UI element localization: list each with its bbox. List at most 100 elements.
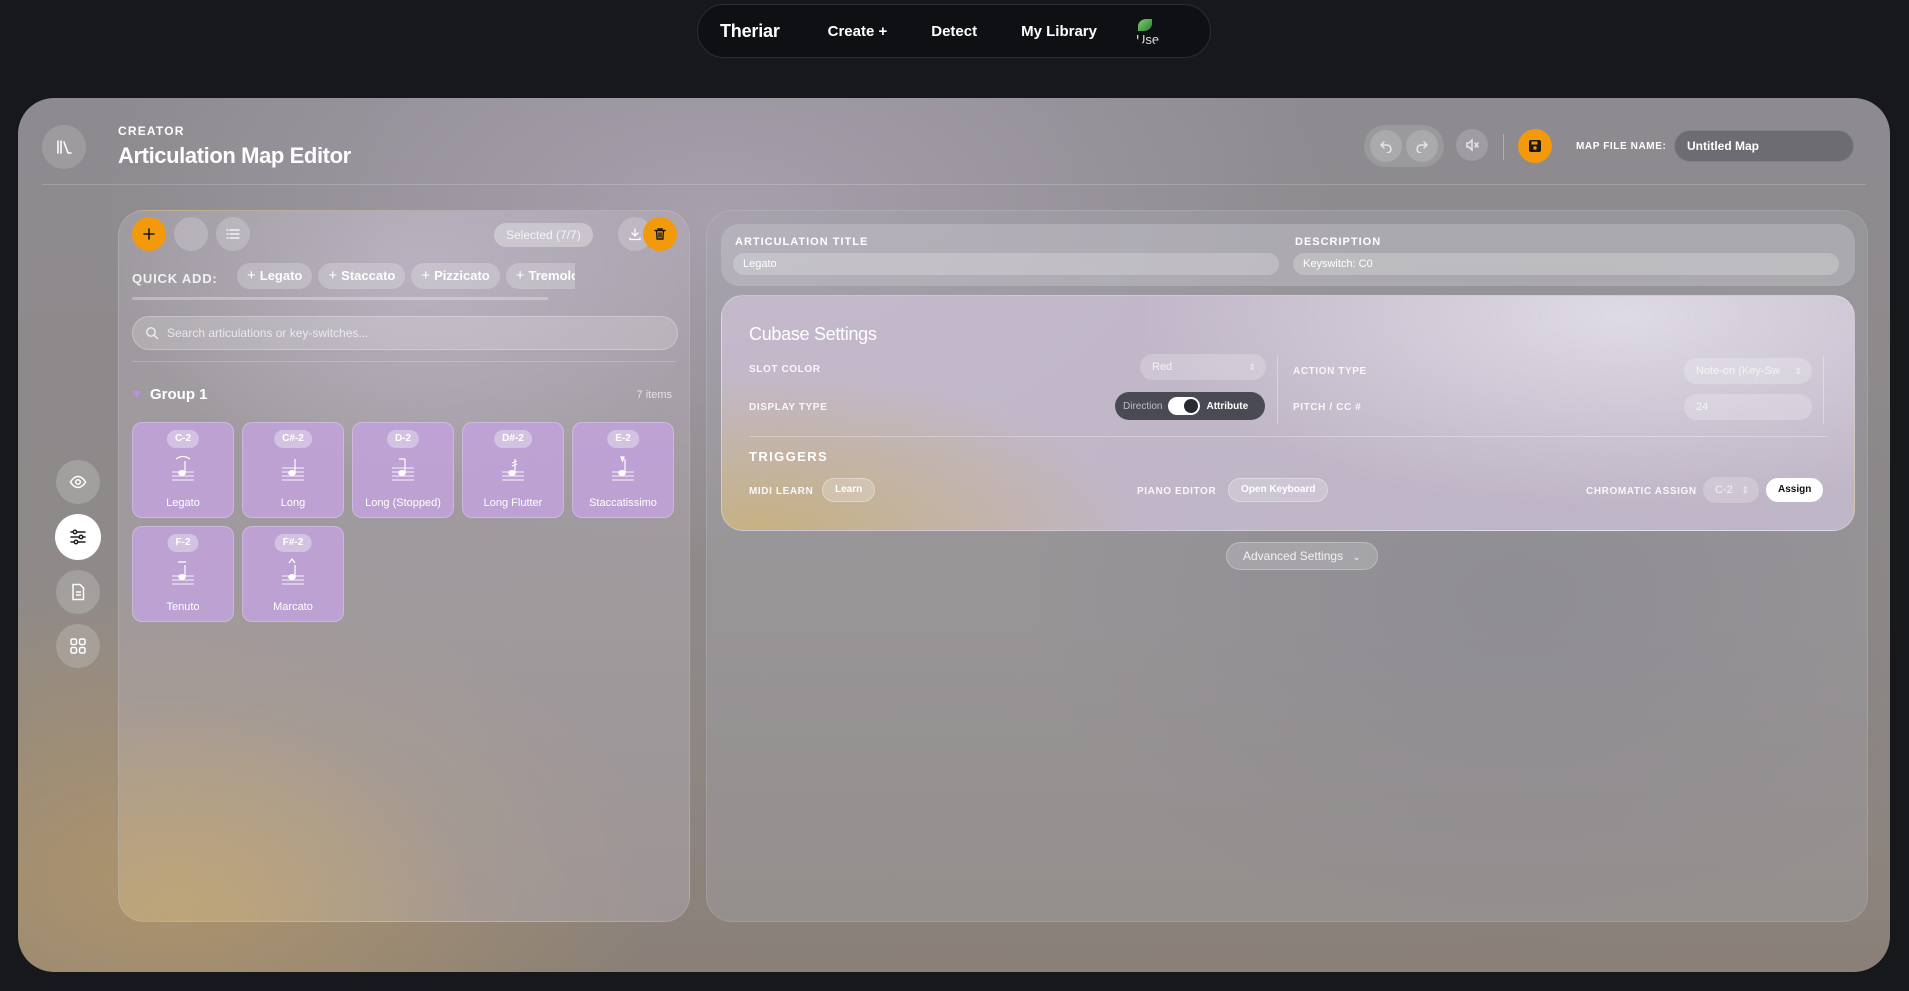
display-type-toggle[interactable]: Direction Attribute [1115,392,1265,420]
assign-button[interactable]: Assign [1766,478,1824,502]
chip-label: Legato [259,268,303,283]
chromatic-assign-value: C-2 [1715,484,1733,496]
quick-add-strip: +Legato+Staccato+Pizzicato+Tremolo+N [237,263,575,293]
plus-icon: + [421,267,431,284]
map-file-name-label: MAP FILE NAME: [1576,141,1667,152]
description-input[interactable]: Keyswitch: C0 [1293,253,1839,275]
toggle-knob [1184,399,1199,413]
search-input[interactable] [167,317,667,349]
blank-action-button[interactable] [174,217,208,251]
articulation-name: Long [280,497,306,509]
articulation-tile[interactable]: C-2 Legato [132,422,234,518]
attribute-option: Attribute [1206,400,1249,412]
action-type-select[interactable]: Note-on (Key-Sw ⇕ [1684,358,1812,384]
quick-add-staccato[interactable]: + Staccato [318,263,406,289]
toggle-switch[interactable] [1168,397,1201,415]
articulation-tile[interactable]: D-2 Long (Stopped) [352,422,454,518]
articulation-name: Long (Stopped) [365,497,441,509]
plus-icon: + [515,267,525,284]
delete-button[interactable] [643,217,677,251]
editor-card: CREATOR Articulation Map Editor MAP FILE… [18,98,1890,972]
select-arrows-icon: ⇕ [1248,362,1256,372]
group-item-count: 7 items [636,389,672,401]
pitch-cc-input[interactable]: 24 [1684,394,1812,420]
open-keyboard-button[interactable]: Open Keyboard [1228,478,1329,502]
header-divider-line [42,184,1866,185]
articulation-title-input[interactable]: Legato [733,253,1279,275]
grid-icon [70,638,86,654]
nav-detect-link[interactable]: Detect [931,23,977,40]
midi-learn-button[interactable]: Learn [822,478,876,502]
document-icon [72,583,85,601]
articulation-title-label: ARTICULATION TITLE [735,236,869,248]
panel-divider [132,361,676,362]
tenuto-note-icon [172,561,194,585]
group-header[interactable]: Group 1 [132,386,208,403]
settings-nav-button[interactable] [55,514,101,560]
column-divider [1277,356,1278,424]
legato-note-icon [172,455,194,481]
keyswitch-badge: C-2 [166,430,200,448]
selected-count-badge[interactable]: Selected (7/7) [494,223,593,247]
brand-logo[interactable]: Theriar [720,21,780,42]
mute-icon [1466,138,1479,152]
group-name: Group 1 [150,386,208,403]
library-button[interactable] [42,125,86,169]
articulation-tile[interactable]: C#-2 Long [242,422,344,518]
action-type-value: Note-on (Key-Sw [1696,365,1780,377]
articulation-grid: C-2 Legato C#-2 Long D-2 Long (Stopped) [132,422,674,622]
articulation-tile[interactable]: F-2 Tenuto [132,526,234,622]
top-navigation: Theriar Create + Detect My Library Use [697,4,1211,58]
avatar-alt-text: Use [1135,32,1160,45]
keyswitch-badge: D#-2 [494,430,532,448]
sliders-icon [70,529,86,545]
map-file-name-input[interactable] [1674,130,1854,162]
quick-add-tremolo[interactable]: + Tremolo [505,263,575,289]
marcato-note-icon [282,558,304,585]
advanced-settings-label: Advanced Settings [1243,549,1344,563]
advanced-settings-button[interactable]: Advanced Settings ⌄ [1226,542,1378,570]
nav-create-link[interactable]: Create + [828,23,888,40]
save-icon [1529,140,1541,152]
keyswitch-badge: F#-2 [274,534,312,552]
add-articulation-button[interactable] [132,217,166,251]
chromatic-assign-select[interactable]: C-2 ⇕ [1703,477,1759,503]
quick-add-legato[interactable]: + Legato [237,263,313,289]
quick-add-scrollbar[interactable] [132,297,548,300]
quick-add-pizzicato[interactable]: + Pizzicato [411,263,500,289]
grid-nav-button[interactable] [56,624,100,668]
list-view-button[interactable] [216,217,250,251]
select-arrows-icon: ⇕ [1794,366,1802,376]
quick-add-label: QUICK ADD: [132,271,218,286]
keyswitch-badge: E-2 [607,430,639,448]
direction-option: Direction [1123,400,1163,412]
chevron-down-icon: ⌄ [1352,552,1361,563]
search-field [132,316,678,350]
redo-button[interactable] [1406,130,1438,162]
document-nav-button[interactable] [56,570,100,614]
library-icon [57,140,72,154]
chip-label: Staccato [341,268,396,283]
mute-button[interactable] [1456,129,1488,161]
articulation-tile[interactable]: E-2 Staccatissimo [572,422,674,518]
section-divider [749,436,1827,437]
save-button[interactable] [1518,129,1552,163]
articulation-name: Marcato [273,601,313,613]
undo-icon [1379,141,1392,153]
chip-label: Tremolo [528,268,575,283]
articulation-name: Tenuto [166,601,200,613]
chip-label: Pizzicato [434,268,490,283]
side-navigation [55,460,101,668]
articulation-tile[interactable]: F#-2 Marcato [242,526,344,622]
user-avatar[interactable]: Use [1135,17,1163,45]
nav-library-link[interactable]: My Library [1021,23,1097,40]
slot-color-select[interactable]: Red ⇕ [1140,354,1266,380]
plus-icon: + [247,267,256,284]
preview-nav-button[interactable] [56,460,100,504]
articulation-list-panel: Selected (7/7) QUICK ADD: + Legato + Stacca… [118,210,690,922]
column-divider [1823,356,1824,424]
slot-color-value: Red [1152,361,1173,373]
articulation-tile[interactable]: D#-2 Long Flutter [462,422,564,518]
pitch-cc-label: PITCH / CC # [1293,402,1362,413]
undo-button[interactable] [1370,130,1402,162]
